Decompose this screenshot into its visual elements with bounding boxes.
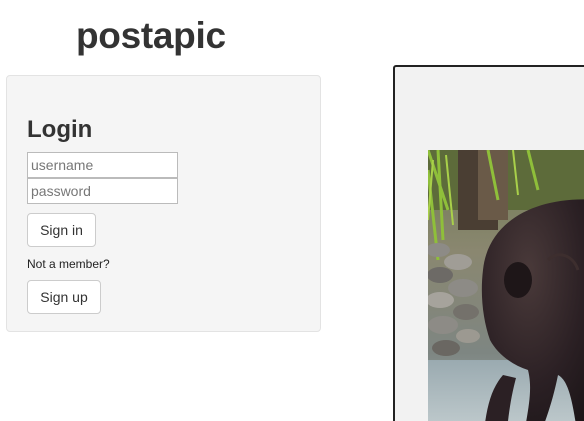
sign-up-button[interactable]: Sign up (27, 280, 101, 314)
login-heading: Login (27, 116, 93, 143)
sign-in-button[interactable]: Sign in (27, 213, 96, 247)
photo-card (393, 65, 584, 421)
password-input[interactable] (27, 178, 178, 204)
app-root: postapic Login Sign in Not a member? Sig… (0, 0, 584, 421)
brand-title[interactable]: postapic (76, 14, 226, 58)
username-input[interactable] (27, 152, 178, 178)
login-panel: Login Sign in Not a member? Sign up (6, 75, 321, 332)
bear-photo[interactable] (428, 150, 584, 421)
not-member-text: Not a member? (27, 257, 110, 271)
